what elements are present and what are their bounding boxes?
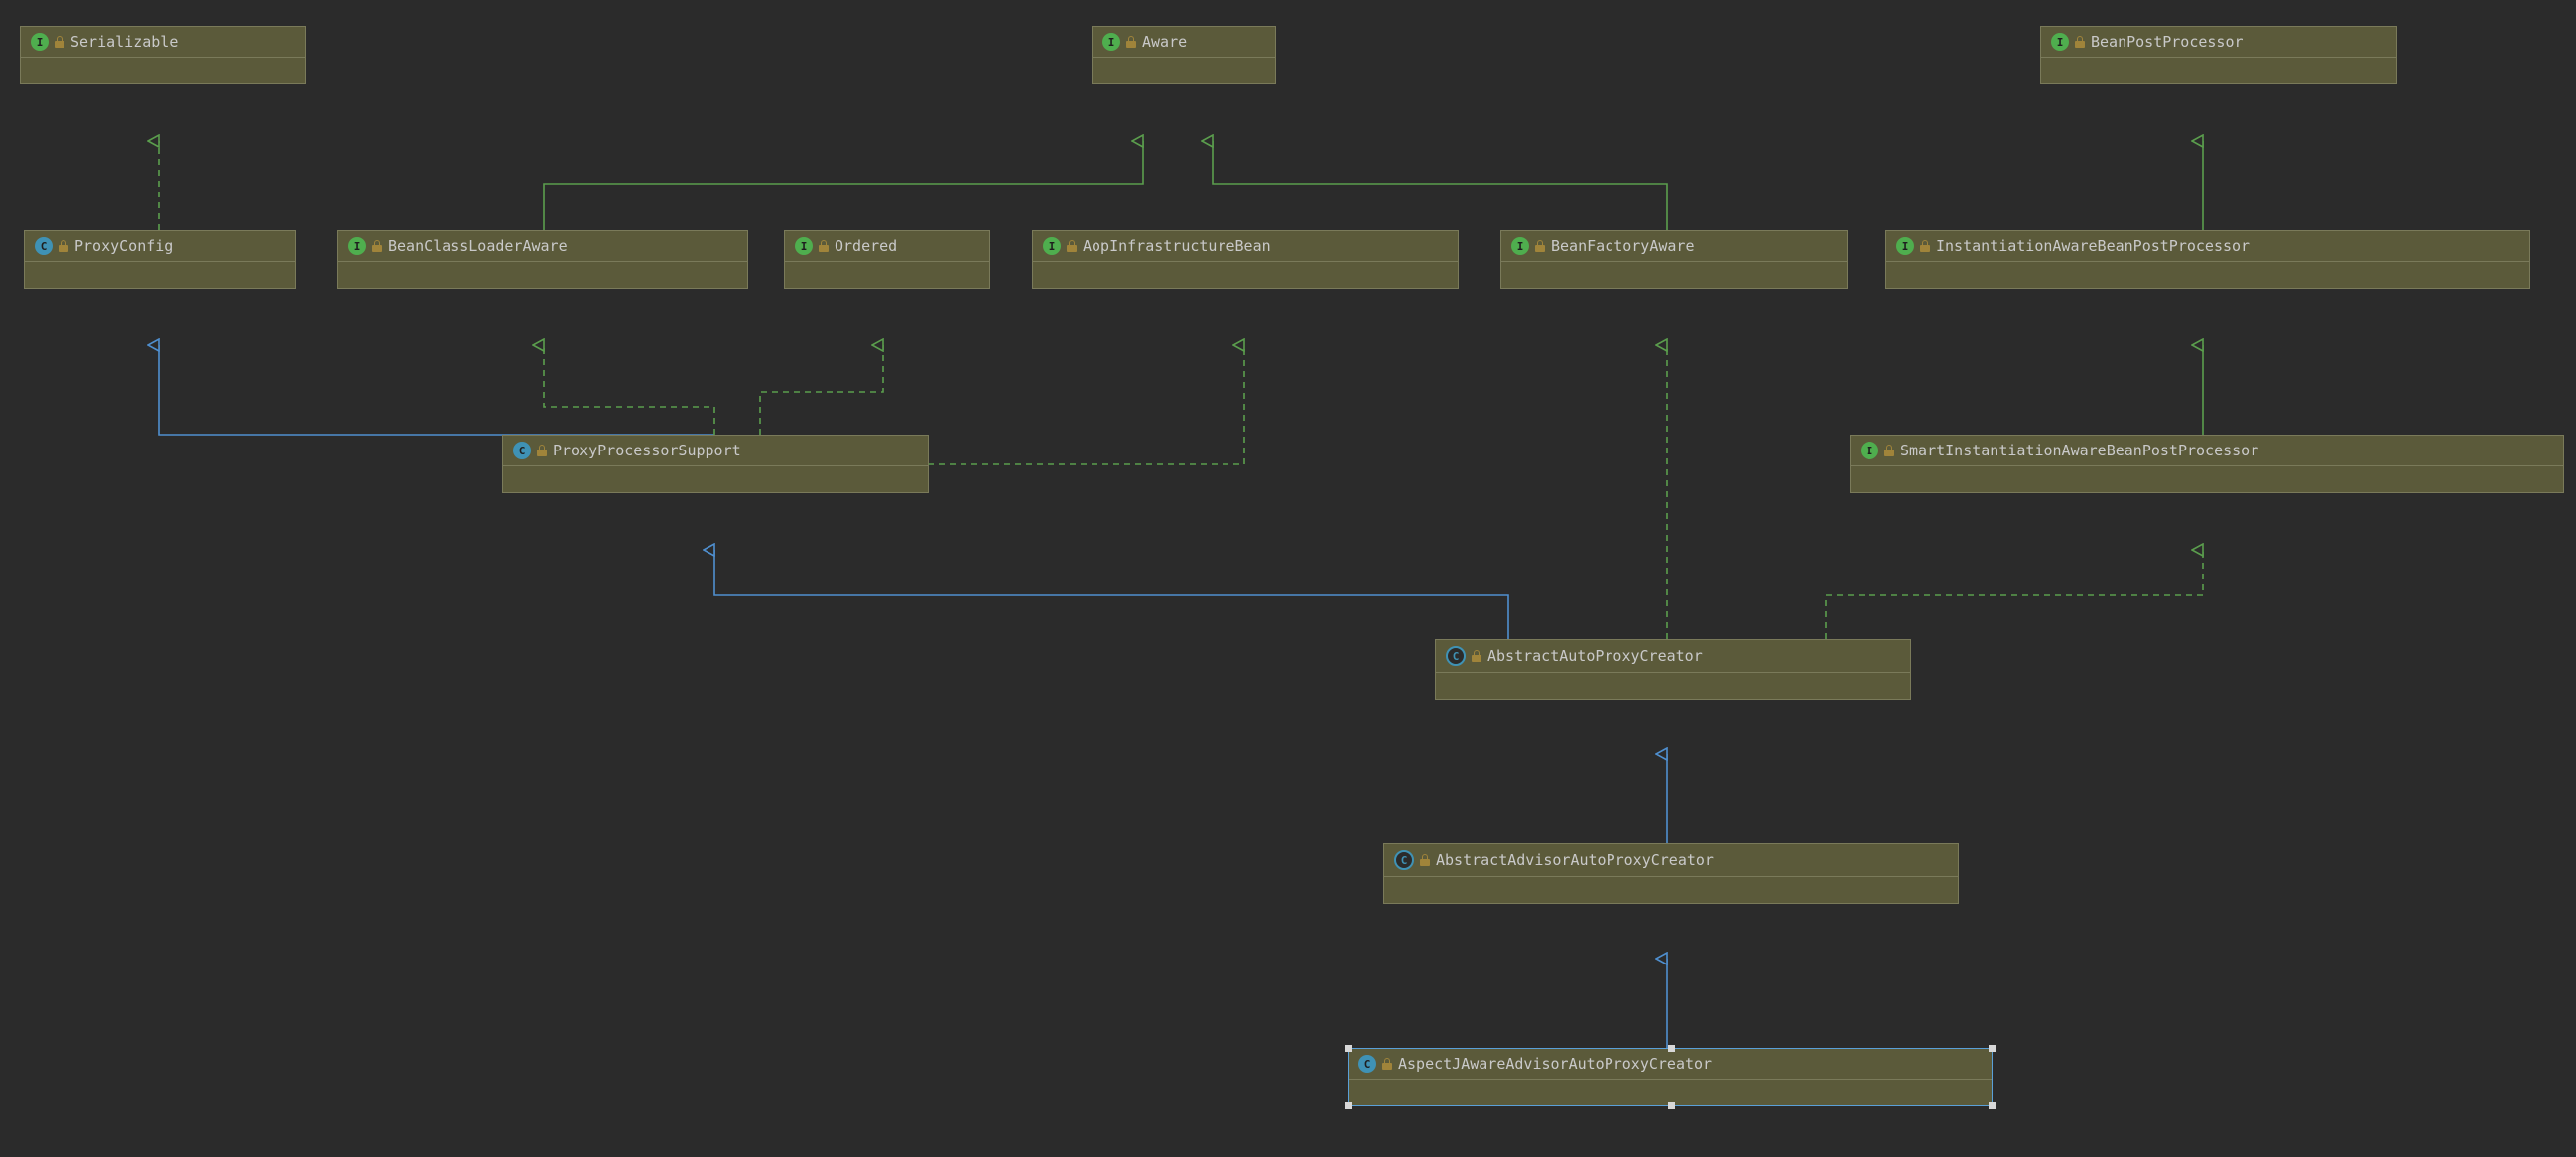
lock-icon	[537, 445, 547, 456]
members-compartment	[25, 261, 295, 288]
uml-node-beanclassloaderaware[interactable]: I BeanClassLoaderAware	[337, 230, 748, 289]
lock-icon	[1472, 650, 1481, 662]
uml-node-instantiationawarebpp[interactable]: I InstantiationAwareBeanPostProcessor	[1885, 230, 2530, 289]
class-icon: C	[513, 442, 531, 459]
resize-handle-nw[interactable]	[1345, 1045, 1352, 1052]
class-name: InstantiationAwareBeanPostProcessor	[1936, 237, 2250, 255]
uml-node-aware[interactable]: I Aware	[1092, 26, 1276, 84]
class-name: AopInfrastructureBean	[1083, 237, 1271, 255]
members-compartment	[1501, 261, 1847, 288]
resize-handle-se[interactable]	[1989, 1102, 1996, 1109]
interface-icon: I	[1102, 33, 1120, 51]
uml-node-proxyconfig[interactable]: C ProxyConfig	[24, 230, 296, 289]
class-name: Serializable	[70, 33, 178, 51]
uml-node-aspectjawareadvisorautoproxycreator[interactable]: C AspectJAwareAdvisorAutoProxyCreator	[1348, 1048, 1993, 1106]
class-name: BeanPostProcessor	[2091, 33, 2244, 51]
members-compartment	[503, 465, 928, 492]
members-compartment	[21, 57, 305, 83]
lock-icon	[55, 36, 64, 48]
members-compartment	[1093, 57, 1275, 83]
uml-node-aopinfrastructurebean[interactable]: I AopInfrastructureBean	[1032, 230, 1459, 289]
lock-icon	[1920, 240, 1930, 252]
lock-icon	[1067, 240, 1077, 252]
class-name: AspectJAwareAdvisorAutoProxyCreator	[1398, 1055, 1712, 1073]
lock-icon	[372, 240, 382, 252]
class-name: BeanFactoryAware	[1551, 237, 1695, 255]
interface-icon: I	[795, 237, 813, 255]
uml-node-beanfactoryaware[interactable]: I BeanFactoryAware	[1500, 230, 1848, 289]
interface-icon: I	[31, 33, 49, 51]
resize-handle-s[interactable]	[1668, 1102, 1675, 1109]
members-compartment	[1384, 876, 1958, 903]
interface-icon: I	[1861, 442, 1878, 459]
uml-node-smartinstantiationawarebpp[interactable]: I SmartInstantiationAwareBeanPostProcess…	[1850, 435, 2564, 493]
lock-icon	[2075, 36, 2085, 48]
lock-icon	[1420, 854, 1430, 866]
interface-icon: I	[348, 237, 366, 255]
members-compartment	[1033, 261, 1458, 288]
resize-handle-ne[interactable]	[1989, 1045, 1996, 1052]
resize-handle-n[interactable]	[1668, 1045, 1675, 1052]
diagram-canvas[interactable]: I Serializable I Aware I BeanPostProcess…	[0, 0, 2576, 1157]
resize-handle-sw[interactable]	[1345, 1102, 1352, 1109]
class-name: AbstractAutoProxyCreator	[1487, 647, 1703, 665]
interface-icon: I	[1511, 237, 1529, 255]
class-name: ProxyConfig	[74, 237, 173, 255]
class-icon: C	[35, 237, 53, 255]
class-name: Aware	[1142, 33, 1187, 51]
members-compartment	[1436, 672, 1910, 699]
class-name: ProxyProcessorSupport	[553, 442, 741, 459]
abstract-class-icon: C	[1394, 850, 1414, 870]
lock-icon	[1535, 240, 1545, 252]
lock-icon	[1884, 445, 1894, 456]
interface-icon: I	[1043, 237, 1061, 255]
uml-node-proxyprocessorsupport[interactable]: C ProxyProcessorSupport	[502, 435, 929, 493]
interface-icon: I	[2051, 33, 2069, 51]
members-compartment	[338, 261, 747, 288]
uml-node-beanpostprocessor[interactable]: I BeanPostProcessor	[2040, 26, 2397, 84]
abstract-class-icon: C	[1446, 646, 1466, 666]
class-name: AbstractAdvisorAutoProxyCreator	[1436, 851, 1714, 869]
members-compartment	[1886, 261, 2529, 288]
class-name: SmartInstantiationAwareBeanPostProcessor	[1900, 442, 2258, 459]
lock-icon	[1126, 36, 1136, 48]
class-name: Ordered	[835, 237, 897, 255]
interface-icon: I	[1896, 237, 1914, 255]
members-compartment	[1851, 465, 2563, 492]
connector-layer	[0, 0, 2576, 1157]
uml-node-abstractadvisorautoproxycreator[interactable]: C AbstractAdvisorAutoProxyCreator	[1383, 843, 1959, 904]
uml-node-abstractautoproxycreator[interactable]: C AbstractAutoProxyCreator	[1435, 639, 1911, 700]
members-compartment	[1349, 1079, 1992, 1105]
members-compartment	[2041, 57, 2396, 83]
uml-node-serializable[interactable]: I Serializable	[20, 26, 306, 84]
lock-icon	[59, 240, 68, 252]
lock-icon	[819, 240, 829, 252]
lock-icon	[1382, 1058, 1392, 1070]
class-icon: C	[1358, 1055, 1376, 1073]
class-name: BeanClassLoaderAware	[388, 237, 568, 255]
members-compartment	[785, 261, 989, 288]
uml-node-ordered[interactable]: I Ordered	[784, 230, 990, 289]
